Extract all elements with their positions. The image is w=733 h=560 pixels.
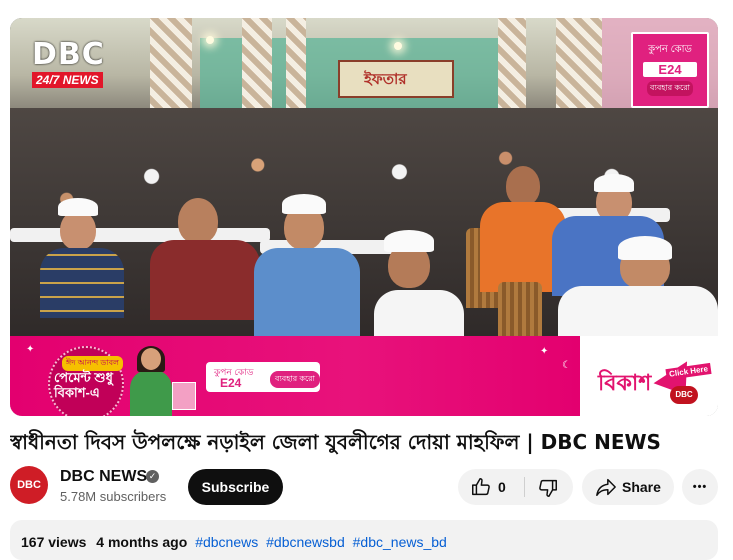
ceiling-light <box>206 36 214 44</box>
channel-avatar[interactable]: DBC <box>10 466 48 504</box>
ad-pink-panel: ✦ ✦ ☾ ঈদ আনন্দ ডাবল পেমেন্ট শুধু বিকাশ-এ… <box>10 336 580 416</box>
coupon-overlay: কুপন কোড E24 ব্যবহার করো <box>631 32 709 108</box>
dbc-mini-logo: DBC <box>670 386 698 404</box>
share-label: Share <box>622 479 661 495</box>
more-actions-button[interactable]: ••• <box>682 469 718 505</box>
channel-watermark-logo: DBC 24/7 NEWS <box>32 37 105 88</box>
ad-coupon-box: কুপন কোড E24 ব্যবহার করো <box>206 362 320 392</box>
subscriber-count: 5.78M subscribers <box>60 489 167 504</box>
more-icon: ••• <box>692 481 708 493</box>
like-count: 0 <box>498 479 506 495</box>
dislike-button[interactable] <box>525 469 573 505</box>
ad-eid-badge: ঈদ আনন্দ ডাবল <box>62 356 124 371</box>
ad-model-image <box>128 346 174 416</box>
video-player[interactable]: ইফতার DBC 24/7 NEWS কুপন কোড E24 ব্যবহার… <box>10 18 718 416</box>
ad-pay-text: পেমেন্ট শুধু বিকাশ-এ <box>54 370 113 400</box>
like-button[interactable]: 0 <box>458 469 524 505</box>
video-title: স্বাধীনতা দিবস উপলক্ষে নড়াইল জেলা যুবলী… <box>10 430 661 454</box>
video-frame: ইফতার DBC 24/7 NEWS কুপন কোড E24 ব্যবহার… <box>10 18 718 336</box>
verified-icon: ✓ <box>146 470 159 483</box>
like-icon <box>472 478 490 496</box>
description-box[interactable]: 167 views 4 months ago #dbcnews #dbcnews… <box>10 520 718 560</box>
ceiling-light <box>394 42 402 50</box>
share-icon <box>596 478 616 496</box>
bkash-logo: বিকাশ <box>598 370 652 395</box>
ad-brand-panel[interactable]: বিকাশ Click Here DBC <box>580 336 718 416</box>
chair <box>498 282 542 336</box>
like-dislike-group: 0 <box>458 469 573 505</box>
shopping-bag-icon <box>172 382 196 410</box>
ad-banner[interactable]: ✦ ✦ ☾ ঈদ আনন্দ ডাবল পেমেন্ট শুধু বিকাশ-এ… <box>10 336 718 416</box>
share-button[interactable]: Share <box>582 469 674 505</box>
channel-name[interactable]: DBC NEWS <box>60 468 147 486</box>
subscribe-button[interactable]: Subscribe <box>188 469 283 505</box>
backdrop-banner: ইফতার <box>338 60 454 98</box>
dislike-icon <box>539 479 557 497</box>
